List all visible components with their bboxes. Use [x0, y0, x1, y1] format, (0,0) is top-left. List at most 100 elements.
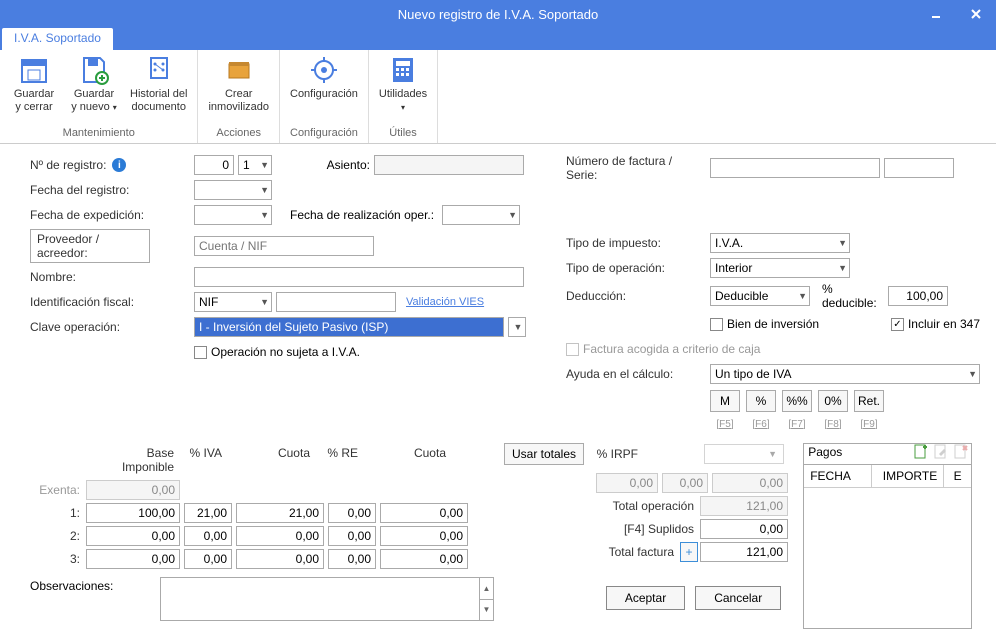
- gh-cuota2: Cuota: [364, 443, 452, 477]
- serie-input[interactable]: [884, 158, 954, 178]
- proveedor-label[interactable]: Proveedor / acreedor:: [30, 229, 150, 263]
- bien-inversion-checkbox[interactable]: [710, 318, 723, 331]
- pagos-col-fecha: FECHA: [804, 465, 872, 488]
- pago-edit-icon[interactable]: [933, 444, 949, 460]
- irpf-label: % IRPF: [584, 444, 644, 464]
- grid-base-2[interactable]: [86, 526, 180, 546]
- observaciones-textarea[interactable]: [160, 577, 480, 621]
- grid-cuota2-1[interactable]: [380, 503, 468, 523]
- group-utiles-label: Útiles: [375, 125, 431, 143]
- tipo-impuesto-select[interactable]: I.V.A.▼: [710, 233, 850, 253]
- minimize-button[interactable]: [916, 0, 956, 28]
- calc-M-button[interactable]: M: [710, 390, 740, 412]
- total-fact-label: Total factura: [504, 545, 680, 559]
- grid-cuota2-2[interactable]: [380, 526, 468, 546]
- irpf-cuota: [712, 473, 788, 493]
- clave-op-select[interactable]: I - Inversión del Sujeto Pasivo (ISP): [194, 317, 504, 337]
- deduccion-select[interactable]: Deducible▼: [710, 286, 810, 306]
- factura-caja-checkbox: [566, 343, 579, 356]
- total-op-label: Total operación: [504, 499, 700, 513]
- irpf-base: [596, 473, 658, 493]
- grid-pct_iva-3[interactable]: [184, 549, 232, 569]
- gh-pctiva: % IVA: [180, 443, 228, 477]
- calc-0%-button[interactable]: 0%: [818, 390, 848, 412]
- calc-Ret.-button[interactable]: Ret.: [854, 390, 884, 412]
- calc-%%-button[interactable]: %%: [782, 390, 812, 412]
- suplidos-value[interactable]: [700, 519, 788, 539]
- total-op-value: [700, 496, 788, 516]
- pago-add-icon[interactable]: [913, 444, 929, 460]
- historial-button[interactable]: Historial del documento: [126, 52, 191, 116]
- window-title: Nuevo registro de I.V.A. Soportado: [398, 7, 598, 22]
- tab-iva-soportado[interactable]: I.V.A. Soportado: [2, 28, 113, 50]
- title-bar: Nuevo registro de I.V.A. Soportado: [0, 0, 996, 28]
- num-registro-serie-select[interactable]: 1▼: [238, 155, 272, 175]
- num-factura-input[interactable]: [710, 158, 880, 178]
- info-icon[interactable]: i: [112, 158, 126, 172]
- ayuda-calculo-select[interactable]: Un tipo de IVA▼: [710, 364, 980, 384]
- pagos-table: FECHA IMPORTE E: [804, 464, 971, 628]
- num-factura-label: Número de factura / Serie:: [566, 154, 706, 182]
- calc-0%-hint: [F8]: [818, 419, 848, 430]
- grid-row-label-3: 3:: [30, 552, 86, 566]
- clave-op-label: Clave operación:: [30, 320, 190, 334]
- pct-deducible-input[interactable]: [888, 286, 948, 306]
- utilidades-button[interactable]: Utilidades ▾: [375, 52, 431, 116]
- ribbon-tabs: I.V.A. Soportado: [0, 28, 996, 50]
- grid-cuota2-3[interactable]: [380, 549, 468, 569]
- cancelar-button[interactable]: Cancelar: [695, 586, 781, 610]
- op-no-sujeta-checkbox[interactable]: [194, 346, 207, 359]
- configuracion-button[interactable]: Configuración: [286, 52, 362, 116]
- validacion-vies-link[interactable]: Validación VIES: [406, 296, 484, 308]
- guardar-nuevo-button[interactable]: Guardar y nuevo ▾: [66, 52, 122, 116]
- grid-pct_iva-2[interactable]: [184, 526, 232, 546]
- calc-Ret.-hint: [F9]: [854, 419, 884, 430]
- fecha-registro-select[interactable]: ▼: [194, 180, 272, 200]
- close-button[interactable]: [956, 0, 996, 28]
- grid-pct_re-1[interactable]: [328, 503, 376, 523]
- num-registro-label: Nº de registro:: [30, 158, 106, 172]
- aceptar-button[interactable]: Aceptar: [606, 586, 685, 610]
- factura-caja-label: Factura acogida a criterio de caja: [583, 342, 760, 356]
- ayuda-calculo-label: Ayuda en el cálculo:: [566, 367, 706, 381]
- grid-cuota1-1[interactable]: [236, 503, 324, 523]
- gh-pctre: % RE: [316, 443, 364, 477]
- fecha-realizacion-select[interactable]: ▼: [442, 205, 520, 225]
- grid-row-label-0: Exenta:: [30, 483, 86, 497]
- pago-delete-icon[interactable]: [953, 444, 969, 460]
- grid-cuota1-3[interactable]: [236, 549, 324, 569]
- op-no-sujeta-label: Operación no sujeta a I.V.A.: [211, 345, 360, 359]
- proveedor-input[interactable]: [194, 236, 374, 256]
- obs-spin-up[interactable]: ▲: [480, 578, 493, 600]
- grid-base-1[interactable]: [86, 503, 180, 523]
- tipo-operacion-label: Tipo de operación:: [566, 261, 706, 275]
- grid-cuota1-2[interactable]: [236, 526, 324, 546]
- calc-%-button[interactable]: %: [746, 390, 776, 412]
- calc-M-hint: [F5]: [710, 419, 740, 430]
- group-acciones-label: Acciones: [204, 125, 273, 143]
- incluir-347-checkbox[interactable]: ✓: [891, 318, 904, 331]
- total-fact-value[interactable]: [700, 542, 788, 562]
- clave-op-dropdown-button[interactable]: ▼: [508, 317, 526, 337]
- asiento-input: [374, 155, 524, 175]
- grid-base-3[interactable]: [86, 549, 180, 569]
- gh-cuota1: Cuota: [228, 443, 316, 477]
- grid-pct_re-3[interactable]: [328, 549, 376, 569]
- ident-fiscal-tipo-select[interactable]: NIF▼: [194, 292, 272, 312]
- pagos-col-e: E: [944, 465, 971, 488]
- grid-pct_iva-1[interactable]: [184, 503, 232, 523]
- nombre-label: Nombre:: [30, 270, 190, 284]
- guardar-cerrar-button[interactable]: Guardar y cerrar: [6, 52, 62, 116]
- fecha-expedicion-select[interactable]: ▼: [194, 205, 272, 225]
- crear-inmovilizado-button[interactable]: Crear inmovilizado: [204, 52, 273, 116]
- grid-pct_re-2[interactable]: [328, 526, 376, 546]
- fecha-realizacion-label: Fecha de realización oper.:: [290, 208, 434, 222]
- group-configuracion-label: Configuración: [286, 125, 362, 143]
- calc-%%-hint: [F7]: [782, 419, 812, 430]
- usar-totales-button[interactable]: Usar totales: [504, 443, 584, 465]
- plus-button[interactable]: +: [680, 542, 698, 562]
- tipo-operacion-select[interactable]: Interior▼: [710, 258, 850, 278]
- ident-fiscal-input[interactable]: [276, 292, 396, 312]
- num-registro-input[interactable]: [194, 155, 234, 175]
- nombre-input[interactable]: [194, 267, 524, 287]
